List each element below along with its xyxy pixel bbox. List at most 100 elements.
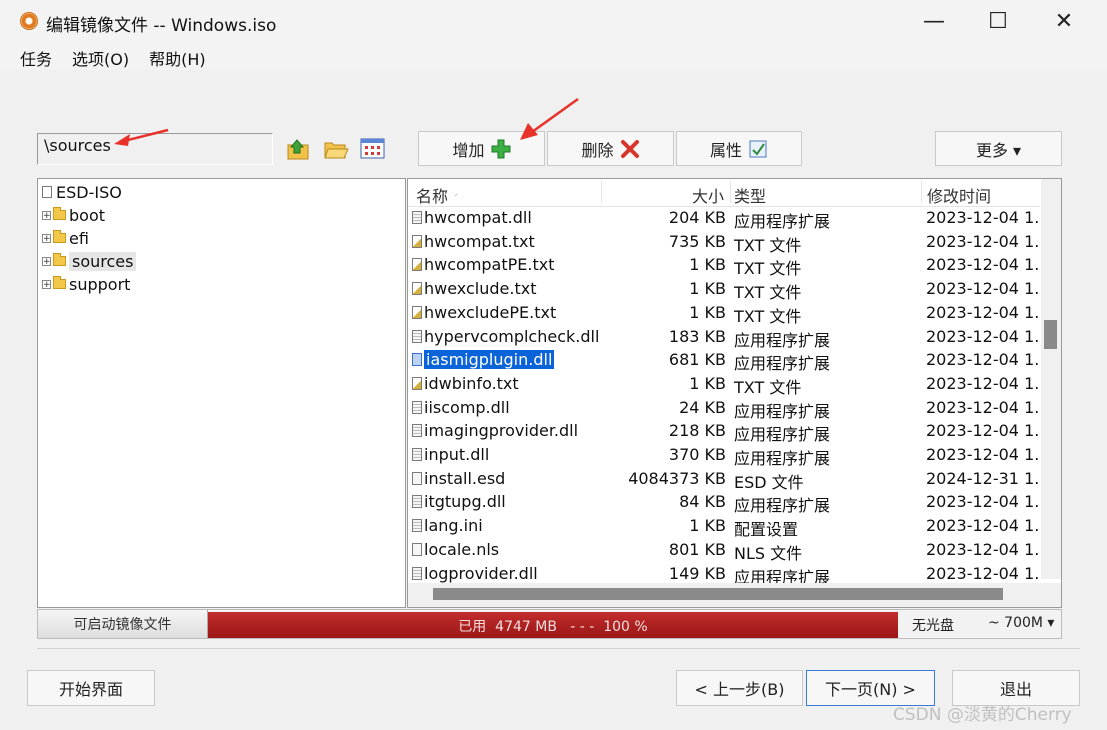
folder-icon (53, 253, 66, 266)
table-row[interactable]: input.dll 370 KB 应用程序扩展 2023-12-04 1.. (408, 444, 1040, 468)
file-icon (412, 542, 422, 556)
table-row[interactable]: hwcompat.txt 735 KB TXT 文件 2023-12-04 1.. (408, 231, 1040, 255)
close-button[interactable]: ✕ (1034, 4, 1094, 38)
file-name: imagingprovider.dll (424, 421, 579, 441)
vertical-scroll-thumb[interactable] (1044, 320, 1057, 349)
column-type[interactable]: 类型 (734, 183, 766, 207)
open-folder-icon[interactable] (323, 137, 349, 161)
table-row[interactable]: install.esd 4084373 KB ESD 文件 2024-12-31 1.… (408, 468, 1040, 492)
tree-item-support[interactable]: + support (42, 273, 130, 295)
start-screen-button[interactable]: 开始界面 (27, 670, 155, 706)
expand-icon[interactable]: + (42, 210, 51, 220)
file-size: 24 KB (679, 397, 726, 417)
delete-label: 删除 (581, 140, 614, 160)
menu-help[interactable]: 帮助(H) (139, 42, 216, 70)
plus-icon (491, 139, 510, 158)
file-modified: 2023-12-04 1.. (926, 445, 1038, 464)
tree-item-sources[interactable]: + sources (42, 250, 137, 272)
table-row[interactable]: idwbinfo.txt 1 KB TXT 文件 2023-12-04 1.. (408, 373, 1040, 397)
watermark: CSDN @淡黄的Cherry (893, 705, 1072, 725)
file-modified: 2023-12-04 1.. (926, 421, 1038, 441)
text-file-icon (412, 258, 422, 272)
file-modified: 2023-12-04 1.. (926, 350, 1038, 370)
file-modified: 2023-12-04 1.. (926, 516, 1038, 536)
file-icon (412, 471, 422, 485)
file-modified: 2023-12-04 1.. (926, 302, 1038, 322)
file-type: 配置设置 (734, 520, 799, 540)
vertical-scrollbar[interactable] (1041, 179, 1061, 579)
tree-item-label: sources (69, 251, 137, 271)
table-row[interactable]: hwcompatPE.txt 1 KB TXT 文件 2023-12-04 1.. (408, 254, 1040, 278)
table-row[interactable]: hypervcomplcheck.dll 183 KB 应用程序扩展 2023-12-… (408, 326, 1040, 350)
file-name: itgtupg.dll (424, 492, 506, 512)
annotation-arrow-icon (114, 128, 169, 146)
file-size: 681 KB (668, 350, 726, 370)
table-row[interactable]: iasmigplugin.dll 681 KB 应用程序扩展 2023-12-04 1… (408, 349, 1040, 373)
file-name: logprovider.dll (424, 563, 538, 583)
expand-icon[interactable]: + (42, 279, 51, 289)
bootable-image-label[interactable]: 可启动镜像文件 (38, 610, 208, 638)
table-row[interactable]: imagingprovider.dll 218 KB 应用程序扩展 2023-12-0… (408, 420, 1040, 444)
file-modified: 2023-12-04 1.. (926, 373, 1038, 393)
view-grid-icon[interactable] (360, 137, 386, 161)
title-bar: 编辑镜像文件 -- Windows.iso — ☐ ✕ (0, 0, 1107, 42)
more-button[interactable]: 更多 ▾ (935, 131, 1062, 166)
properties-button[interactable]: 属性 (676, 131, 802, 166)
file-type: 应用程序扩展 (734, 425, 831, 445)
column-name[interactable]: 名称 ˊ (416, 183, 458, 207)
file-size: 1 KB (689, 373, 726, 393)
file-modified: 2023-12-04 1.. (926, 231, 1038, 251)
file-type: 应用程序扩展 (734, 212, 831, 231)
dll-file-icon (412, 211, 422, 224)
tree-item-boot[interactable]: + boot (42, 204, 105, 226)
file-name-cell: install.esd (412, 469, 505, 488)
add-label: 增加 (452, 140, 485, 160)
table-row[interactable]: itgtupg.dll 84 KB 应用程序扩展 2023-12-04 1.. (408, 491, 1040, 515)
file-type: 应用程序扩展 (734, 401, 831, 421)
column-size[interactable]: 大小 (692, 183, 724, 207)
table-row[interactable]: locale.nls 801 KB NLS 文件 2023-12-04 1.. (408, 539, 1040, 563)
file-name-cell: idwbinfo.txt (412, 374, 519, 393)
file-type: 应用程序扩展 (734, 330, 831, 350)
file-name-cell: hwcompatPE.txt (412, 255, 555, 274)
usage-bar: 已用 4747 MB - - - 100 % (208, 612, 898, 638)
file-type: TXT 文件 (734, 306, 802, 326)
file-name-cell: imagingprovider.dll (412, 421, 578, 440)
tree-item-efi[interactable]: + efi (42, 227, 89, 249)
menu-options[interactable]: 选项(O) (62, 42, 139, 70)
horizontal-scroll-thumb[interactable] (433, 588, 1003, 600)
properties-label: 属性 (709, 140, 742, 160)
menu-bar: 任务 选项(O) 帮助(H) (0, 42, 1107, 70)
file-name: iasmigplugin.dll (424, 350, 555, 370)
table-row[interactable]: hwcompat.dll 204 KB 应用程序扩展 2023-12-04 1.. (408, 207, 1040, 231)
menu-task[interactable]: 任务 (0, 42, 62, 70)
prev-button[interactable]: < 上一步(B) (676, 670, 803, 706)
tree-root[interactable]: ESD-ISO (42, 181, 122, 203)
maximize-button[interactable]: ☐ (968, 4, 1028, 38)
text-file-icon (412, 376, 422, 390)
file-size: 218 KB (668, 421, 726, 441)
file-name: hwcompat.dll (424, 208, 532, 227)
file-name-cell: logprovider.dll (412, 564, 538, 583)
expand-icon[interactable]: + (42, 233, 51, 243)
minimize-button[interactable]: — (904, 4, 964, 38)
capacity-dropdown[interactable]: ~ 700M ▾ (988, 615, 1054, 631)
table-row[interactable]: hwexcludePE.txt 1 KB TXT 文件 2023-12-04 1.. (408, 302, 1040, 326)
file-name-cell: hypervcomplcheck.dll (412, 327, 599, 346)
folder-icon (53, 207, 66, 220)
expand-icon[interactable]: + (42, 256, 51, 266)
tree-item-label: boot (69, 205, 106, 225)
file-modified: 2024-12-31 1.. (926, 468, 1038, 488)
column-modified[interactable]: 修改时间 (927, 183, 991, 207)
file-name: iiscomp.dll (424, 397, 510, 417)
window-title: 编辑镜像文件 -- Windows.iso (46, 16, 277, 36)
table-row[interactable]: hwexclude.txt 1 KB TXT 文件 2023-12-04 1.. (408, 278, 1040, 302)
file-modified: 2023-12-04 1.. (926, 208, 1038, 227)
file-modified: 2023-12-04 1.. (926, 397, 1038, 417)
folder-icon (53, 230, 66, 243)
table-row[interactable]: iiscomp.dll 24 KB 应用程序扩展 2023-12-04 1.. (408, 397, 1040, 421)
table-row[interactable]: lang.ini 1 KB 配置设置 2023-12-04 1.. (408, 515, 1040, 539)
file-size: 84 KB (679, 492, 726, 512)
file-size: 735 KB (668, 231, 726, 251)
folder-up-icon[interactable] (286, 137, 312, 161)
